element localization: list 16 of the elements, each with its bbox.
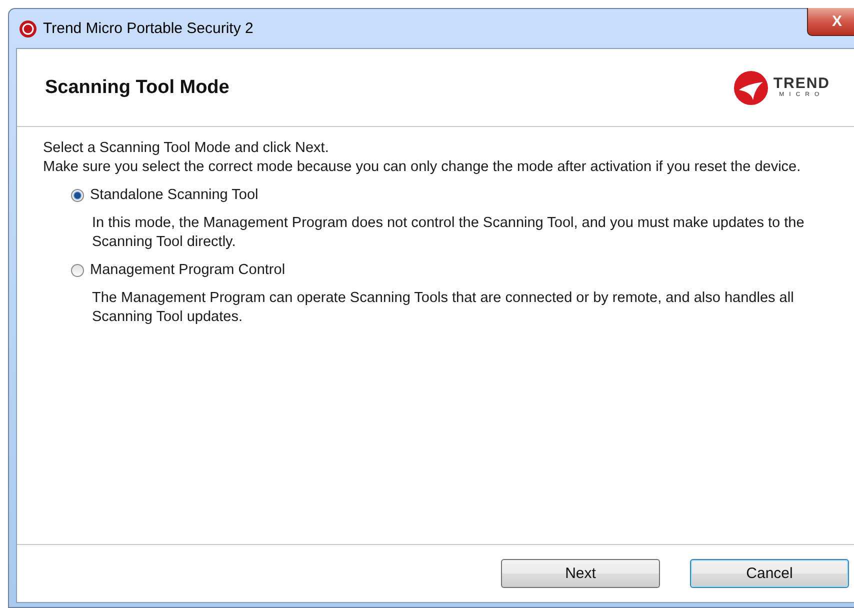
- logo-text: TREND: [773, 76, 830, 91]
- radio-button[interactable]: [71, 264, 84, 276]
- window-title: Trend Micro Portable Security 2: [43, 20, 254, 37]
- option-description: The Management Program can operate Scanning Tools that are connected or by remote, and also handles all Scanning Tool updates.: [92, 289, 795, 327]
- close-button[interactable]: X: [807, 8, 854, 36]
- cancel-button[interactable]: Cancel: [690, 559, 849, 588]
- instruction-text: Select a Scanning Tool Mode and click Next.: [43, 139, 330, 158]
- option-label[interactable]: Standalone Scanning Tool: [90, 186, 258, 204]
- logo-icon: [733, 70, 770, 106]
- radio-button[interactable]: [71, 188, 84, 202]
- app-icon: [19, 20, 37, 38]
- page-title: Scanning Tool Mode: [45, 76, 230, 98]
- option-description: In this mode, the Management Program does not control the Scanning Tool, and you must make updates to the Scanning Tool directly.: [92, 214, 806, 252]
- instruction-text: Make sure you select the correct mode because you can only change the mode after activation if you reset the device.: [43, 158, 802, 177]
- option-label[interactable]: Management Program Control: [90, 260, 286, 280]
- next-button[interactable]: Next: [501, 559, 660, 588]
